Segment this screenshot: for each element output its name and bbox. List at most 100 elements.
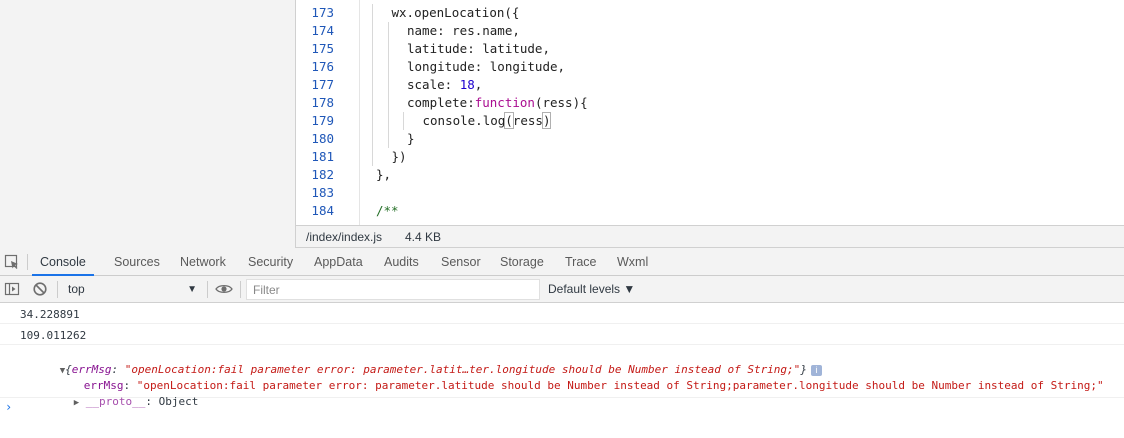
status-file-size: 4.4 KB	[405, 230, 442, 244]
line-number: 178	[311, 95, 334, 110]
console-message: 109.011262	[0, 324, 1124, 345]
tab-wxml[interactable]: Wxml	[617, 248, 648, 276]
tab-sensor[interactable]: Sensor	[441, 248, 481, 276]
code-token: ress	[512, 113, 543, 128]
indent-guide	[387, 112, 389, 130]
indent-guide	[387, 22, 389, 40]
code-line: 176 longitude: longitude,	[296, 58, 1124, 76]
context-selector-value: top	[68, 282, 85, 296]
code-token: scale:	[407, 77, 460, 92]
object-property: errMsg: "openLocation:fail parameter err…	[83, 379, 1104, 392]
code-token: (ress){	[534, 95, 588, 110]
chevron-down-icon: ▼	[187, 284, 197, 295]
collapse-triangle-icon[interactable]: ▶	[74, 398, 79, 408]
eye-icon[interactable]	[215, 281, 233, 297]
tab-security[interactable]: Security	[248, 248, 293, 276]
code-token: })	[391, 149, 407, 164]
console-prompt-icon[interactable]: ›	[5, 400, 12, 414]
code-line: 181})	[296, 148, 1124, 166]
console-output: 34.228891 109.011262 ▼{errMsg: "openLoca…	[0, 303, 1124, 438]
simulator-pane	[0, 0, 296, 248]
code-text: longitude: longitude,	[407, 58, 565, 76]
code-line: 184 /**	[296, 202, 1124, 220]
clear-console-icon[interactable]	[32, 281, 48, 297]
indent-guide	[387, 76, 389, 94]
code-token: 18	[459, 77, 475, 92]
code-text: scale: 18,	[407, 76, 482, 94]
code-token: /**	[376, 203, 399, 218]
code-token: wx.openLocation({	[391, 5, 520, 20]
status-file-name[interactable]: /index/index.js	[306, 226, 382, 248]
tab-console[interactable]: Console	[32, 248, 94, 276]
code-line: 174 name: res.name,	[296, 22, 1124, 40]
tab-audits[interactable]: Audits	[384, 248, 419, 276]
line-number: 176	[311, 59, 334, 74]
code-line: 173 wx.openLocation({	[296, 4, 1124, 22]
code-line: 183	[296, 184, 1124, 202]
indent-guide	[372, 148, 373, 166]
indent-guide	[372, 112, 373, 130]
code-token: name: res.name,	[407, 23, 520, 38]
line-number: 177	[311, 77, 334, 92]
indent-guide	[372, 130, 373, 148]
tab-separator	[27, 254, 28, 270]
code-text: wx.openLocation({	[392, 4, 520, 22]
code-text: })	[392, 148, 407, 166]
line-number: 182	[311, 167, 334, 182]
code-line: 175 latitude: latitude,	[296, 40, 1124, 58]
code-line: 182},	[296, 166, 1124, 184]
devtools-tab-bar: Console Sources Network Security AppData Audi…	[0, 248, 1124, 276]
code-text: complete:function(ress){	[407, 94, 588, 112]
indent-guide	[387, 40, 389, 58]
indent-guide	[372, 22, 373, 40]
code-token: )	[541, 112, 552, 129]
code-line: 179 console.log(ress)	[296, 112, 1124, 130]
console-message-text: 34.228891	[20, 308, 80, 321]
code-text: name: res.name,	[407, 22, 520, 40]
filter-separator	[207, 281, 208, 298]
console-filter-bar: top ▼ Default levels ▼	[0, 276, 1124, 303]
console-message-text: 109.011262	[20, 329, 87, 342]
log-levels-dropdown[interactable]: Default levels ▼	[548, 279, 635, 300]
tab-sources[interactable]: Sources	[114, 248, 160, 276]
indent-guide	[372, 40, 373, 58]
sidebar-toggle-icon[interactable]	[4, 281, 20, 297]
property-value: "openLocation:fail parameter error: para…	[136, 379, 1104, 392]
indent-guide	[403, 112, 404, 130]
code-token: }	[407, 131, 415, 146]
line-number: 184	[311, 203, 334, 218]
context-selector[interactable]: top ▼	[60, 279, 205, 300]
line-number: 180	[311, 131, 334, 146]
code-token: },	[376, 167, 392, 182]
devtools-top-region: 173 wx.openLocation({174 name: res.name, 17…	[0, 0, 1124, 248]
code-text: },	[376, 166, 391, 184]
indent-guide	[372, 76, 373, 94]
indent-guide	[387, 130, 389, 148]
code-editor[interactable]: 173 wx.openLocation({174 name: res.name, 17…	[296, 0, 1124, 225]
tab-network[interactable]: Network	[180, 248, 226, 276]
filter-input[interactable]	[246, 279, 540, 300]
code-token: complete:	[407, 95, 475, 110]
filter-separator	[57, 281, 58, 298]
code-token: (	[504, 112, 514, 129]
tab-storage[interactable]: Storage	[500, 248, 544, 276]
console-object-message: ▼{errMsg: "openLocation:fail parameter e…	[0, 345, 1124, 408]
line-number: 179	[311, 113, 334, 128]
inspect-element-icon[interactable]	[4, 254, 20, 270]
line-number: 174	[311, 23, 334, 38]
line-number: 183	[311, 185, 334, 200]
code-token: longitude: longitude,	[407, 59, 566, 74]
tab-appdata[interactable]: AppData	[314, 248, 363, 276]
object-proto[interactable]: ▶ __proto__: Object	[34, 382, 199, 421]
indent-guide	[387, 58, 389, 76]
indent-guide	[372, 94, 373, 112]
proto-key: __proto__	[85, 395, 146, 408]
code-text: latitude: latitude,	[407, 40, 550, 58]
tab-trace[interactable]: Trace	[565, 248, 597, 276]
code-token: console.log	[422, 113, 506, 128]
line-number: 175	[311, 41, 334, 56]
line-number: 181	[311, 149, 334, 164]
filter-separator	[240, 281, 241, 298]
code-token: ,	[474, 77, 483, 92]
indent-guide	[387, 94, 389, 112]
